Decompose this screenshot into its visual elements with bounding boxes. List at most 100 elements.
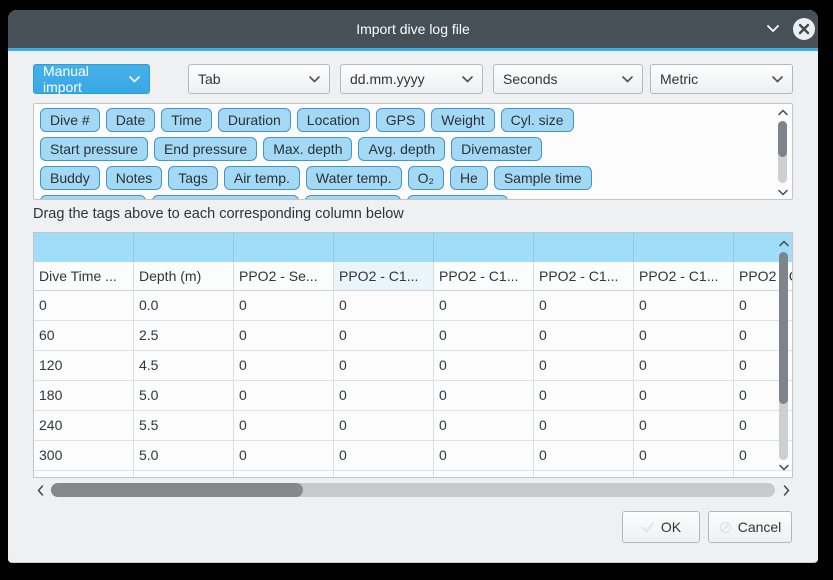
table-cell: 0 (234, 291, 334, 321)
window-title: Import dive log file (356, 21, 470, 37)
table-cell (134, 471, 234, 478)
table-row: 2405.5000000 (34, 411, 793, 441)
tag-sample-depth[interactable]: Sample depth (40, 195, 146, 200)
column-header[interactable]: PPO2 - C1... (434, 262, 534, 291)
chevron-down-icon (622, 76, 633, 83)
scroll-down-icon[interactable] (776, 186, 789, 198)
table-cell (434, 471, 534, 478)
combo-label: Metric (660, 71, 698, 87)
tag-water-temp[interactable]: Water temp. (306, 166, 402, 190)
table-cell: 0 (534, 321, 634, 351)
tag-end-pressure[interactable]: End pressure (154, 137, 257, 161)
tag-date[interactable]: Date (106, 108, 156, 132)
tag-sample-cns[interactable]: Sample CNS (407, 195, 508, 200)
scrollbar-thumb[interactable] (51, 483, 303, 497)
cancel-button[interactable]: Cancel (708, 511, 792, 543)
check-icon (641, 521, 655, 533)
combo-field-separator[interactable]: Tab (188, 64, 330, 94)
table-cell: 0 (334, 411, 434, 441)
table-cell: 0 (534, 291, 634, 321)
table-cell: 0 (234, 441, 334, 471)
tag-divemaster[interactable]: Divemaster (451, 137, 542, 161)
chevron-down-icon (309, 76, 320, 83)
table-cell: 0 (534, 441, 634, 471)
table-row: 1204.5000000 (34, 351, 793, 381)
column-drop-target[interactable] (434, 233, 534, 262)
tag-pool: Dive #DateTimeDurationLocationGPSWeight C… (33, 103, 793, 200)
table-vertical-scrollbar[interactable] (777, 235, 790, 475)
column-drop-target[interactable] (334, 233, 434, 262)
scroll-down-icon[interactable] (777, 461, 790, 473)
tag-row: BuddyNotesTagsAir temp.Water temp.O₂HeSa… (40, 166, 786, 190)
column-header[interactable]: PPO2 - C1... (634, 262, 734, 291)
table-row: 1805.0000000 (34, 381, 793, 411)
tag-he[interactable]: He (450, 166, 488, 190)
table-cell: 120 (34, 351, 134, 381)
column-header[interactable]: Dive Time ... (34, 262, 134, 291)
scroll-right-icon[interactable] (779, 483, 793, 497)
table-cell: 5.0 (134, 381, 234, 411)
ok-button[interactable]: OK (622, 511, 700, 543)
table-cell: 0 (434, 321, 534, 351)
chevron-down-icon (129, 76, 140, 83)
tag-gps[interactable]: GPS (376, 108, 426, 132)
table-row: 3005.0000000 (34, 441, 793, 471)
tag-avg-depth[interactable]: Avg. depth (358, 137, 445, 161)
tag-weight[interactable]: Weight (431, 108, 494, 132)
combo-label: dd.mm.yyyy (350, 71, 425, 87)
table-cell: 0 (334, 291, 434, 321)
scroll-up-icon[interactable] (777, 237, 790, 249)
tag-dive[interactable]: Dive # (40, 108, 100, 132)
tag-sample-po[interactable]: Sample pO₂ (305, 195, 400, 200)
chevron-down-icon[interactable] (764, 22, 782, 36)
tag-tags[interactable]: Tags (168, 166, 218, 190)
tag-location[interactable]: Location (297, 108, 370, 132)
table-cell: 0 (234, 321, 334, 351)
column-drop-target[interactable] (134, 233, 234, 262)
tag-start-pressure[interactable]: Start pressure (40, 137, 148, 161)
scroll-up-icon[interactable] (776, 106, 789, 118)
combo-units[interactable]: Metric (650, 64, 793, 94)
column-header[interactable]: PPO2 - Se... (234, 262, 334, 291)
titlebar[interactable]: Import dive log file (8, 10, 818, 48)
tag-o[interactable]: O₂ (408, 166, 444, 190)
scrollbar-thumb[interactable] (778, 121, 787, 157)
tag-time[interactable]: Time (161, 108, 212, 132)
scrollbar-thumb[interactable] (779, 252, 788, 404)
tag-sample-temperature[interactable]: Sample temperature (152, 195, 299, 200)
column-drop-target[interactable] (634, 233, 734, 262)
table-cell: 0 (434, 411, 534, 441)
table-cell: 0 (434, 351, 534, 381)
table-horizontal-scrollbar[interactable] (33, 481, 793, 499)
table-cell: 0 (634, 441, 734, 471)
table-cell: 0 (334, 381, 434, 411)
tag-cyl-size[interactable]: Cyl. size (501, 108, 574, 132)
tag-sample-time[interactable]: Sample time (494, 166, 592, 190)
tagpool-vertical-scrollbar[interactable] (776, 106, 789, 198)
table-cell: 0 (234, 381, 334, 411)
table-cell: 60 (34, 321, 134, 351)
tag-air-temp[interactable]: Air temp. (224, 166, 300, 190)
table-cell: 5.5 (134, 411, 234, 441)
column-header[interactable]: Depth (m) (134, 262, 234, 291)
drop-target-row (34, 233, 793, 262)
combo-date-format[interactable]: dd.mm.yyyy (340, 64, 483, 94)
column-drop-target[interactable] (534, 233, 634, 262)
combo-import-source[interactable]: Manual import (33, 64, 150, 94)
table-cell: 0 (334, 351, 434, 381)
tag-notes[interactable]: Notes (106, 166, 163, 190)
tag-row: Dive #DateTimeDurationLocationGPSWeight C… (40, 108, 786, 132)
column-header[interactable]: PPO2 - C1... (334, 262, 434, 291)
scroll-left-icon[interactable] (33, 483, 47, 497)
tag-buddy[interactable]: Buddy (40, 166, 100, 190)
table-cell: 0 (534, 411, 634, 441)
tag-max-depth[interactable]: Max. depth (263, 137, 352, 161)
column-drop-target[interactable] (234, 233, 334, 262)
close-button[interactable] (793, 18, 815, 40)
table-cell: 0 (234, 351, 334, 381)
column-drop-target[interactable] (34, 233, 134, 262)
tag-duration[interactable]: Duration (218, 108, 291, 132)
column-header[interactable]: PPO2 - C1... (534, 262, 634, 291)
import-dialog: Import dive log file Manual import Tab d… (8, 10, 818, 563)
combo-time-format[interactable]: Seconds (493, 64, 643, 94)
